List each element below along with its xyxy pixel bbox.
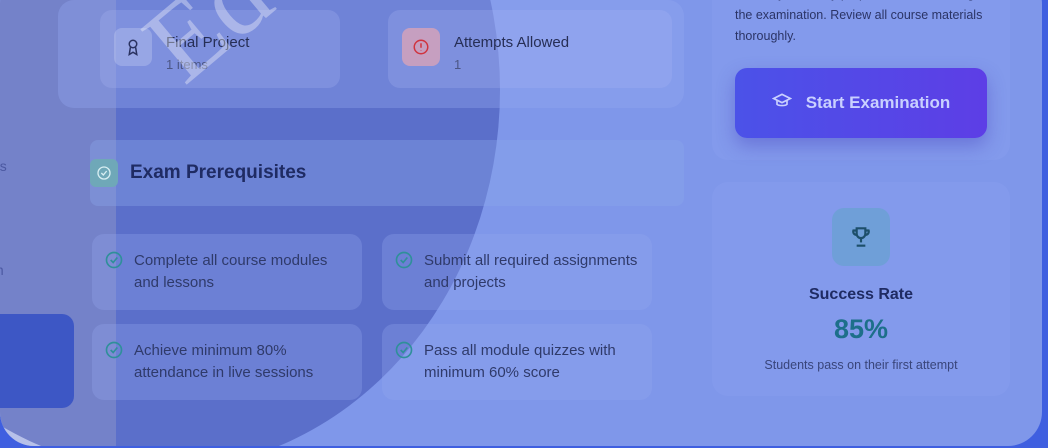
prerequisite-text: Achieve minimum 80% attendance in live s…: [134, 342, 314, 381]
start-examination-label: Start Examination: [805, 93, 951, 112]
prerequisite-text: Submit all required assignments and proj…: [424, 252, 638, 291]
info-tile-attempts: Attempts Allowed 1: [388, 10, 672, 88]
check-circle-icon: [105, 341, 123, 359]
success-rate-title: Success Rate: [808, 286, 914, 303]
info-tile-title: Attempts Allowed: [454, 34, 570, 51]
check-circle-icon: [395, 341, 413, 359]
start-examination-button[interactable]: Start Examination: [735, 68, 987, 138]
success-rate-value: 85%: [833, 314, 889, 344]
check-badge-icon: [90, 159, 118, 187]
prerequisite-item: Complete all course modules and lessons: [92, 234, 362, 310]
prerequisite-text: Complete all course modules and lessons: [134, 252, 328, 291]
graduation-cap-icon: [771, 91, 792, 116]
page-frame: n ns m Final Project 1 items: [0, 0, 1042, 446]
prerequisites-header: Exam Prerequisites: [90, 140, 684, 206]
main-content: Final Project 1 items Attempts Allowed 1: [0, 0, 1042, 446]
alert-circle-icon: [402, 28, 440, 66]
check-circle-icon: [395, 251, 413, 269]
prerequisite-text: Pass all module quizzes with minimum 60%…: [424, 342, 616, 381]
trophy-icon: [832, 208, 890, 266]
info-tile-value: 1: [454, 57, 462, 72]
prerequisite-item: Submit all required assignments and proj…: [382, 234, 652, 310]
success-rate-subtitle: Students pass on their first attempt: [764, 358, 958, 372]
prerequisite-item: Achieve minimum 80% attendance in live s…: [92, 324, 362, 400]
exam-description: Ensure you're fully prepared before star…: [735, 0, 983, 43]
prerequisite-item: Pass all module quizzes with minimum 60%…: [382, 324, 652, 400]
check-circle-icon: [105, 251, 123, 269]
prerequisites-title: Exam Prerequisites: [130, 162, 307, 183]
